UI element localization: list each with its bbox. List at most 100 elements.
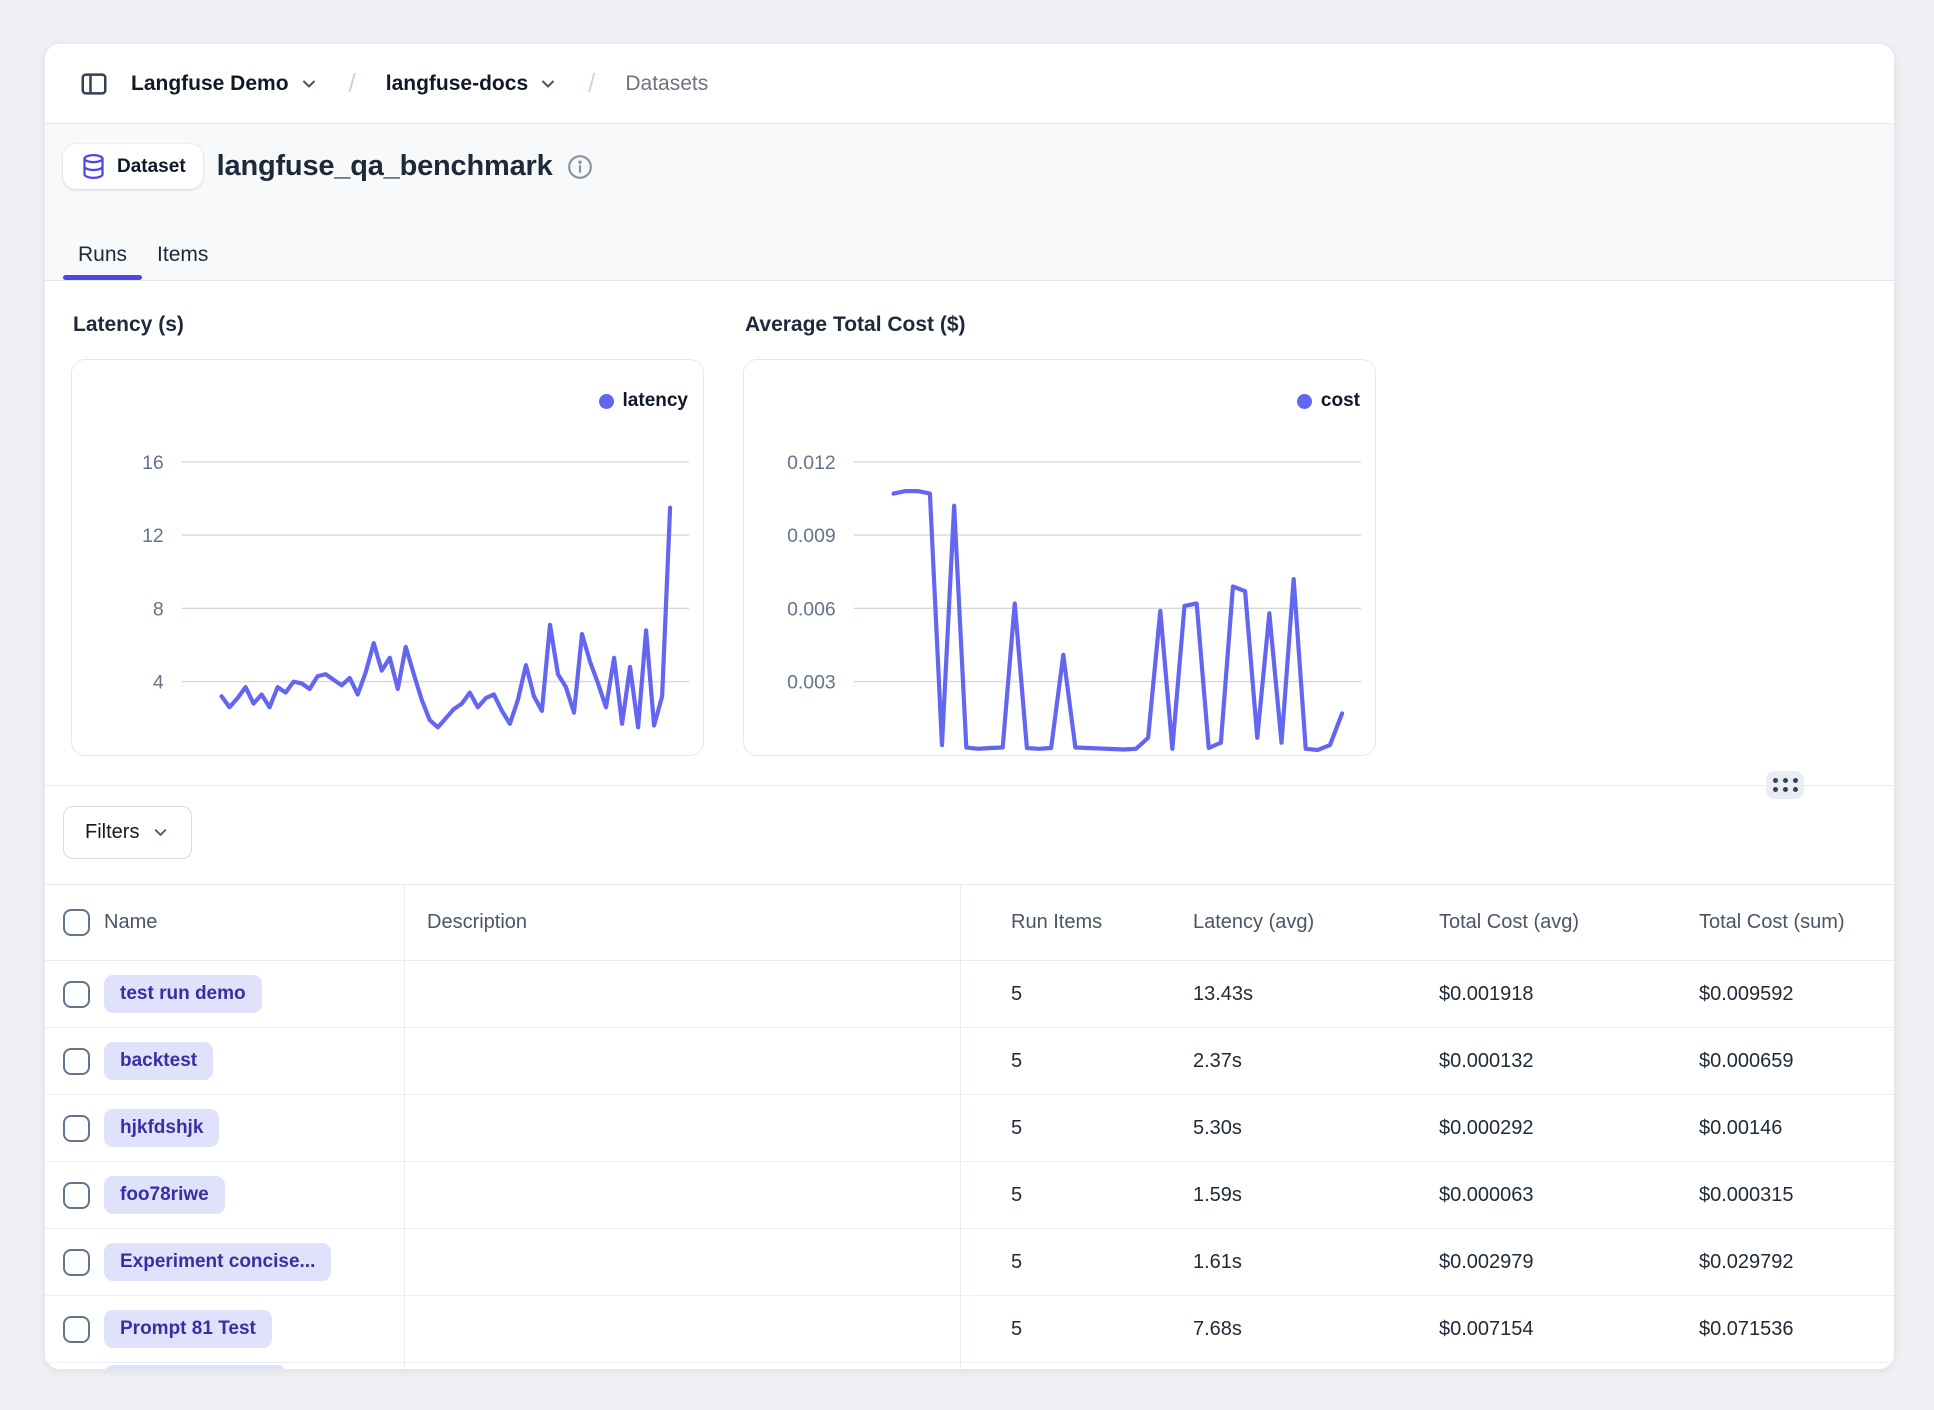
row-checkbox[interactable] xyxy=(63,1048,90,1075)
run-name-badge[interactable]: backtest xyxy=(104,1042,213,1080)
svg-text:0.012: 0.012 xyxy=(787,452,836,474)
run-name-badge[interactable]: test run demo xyxy=(104,975,262,1013)
run-name-badge[interactable]: Prompt 81 Test xyxy=(104,1310,272,1348)
page-title: langfuse_qa_benchmark xyxy=(217,150,553,183)
table-row[interactable]: test run demo 5 13.43s $0.001918 $0.0095… xyxy=(45,961,1894,1028)
run-name-badge[interactable]: foo78riwe xyxy=(104,1176,225,1214)
run-name-badge[interactable] xyxy=(104,1365,286,1370)
latency-chart-title: Latency (s) xyxy=(73,313,704,337)
table-row-partial[interactable] xyxy=(45,1363,1894,1370)
run-items-cell: 5 xyxy=(961,1251,1143,1274)
select-all-checkbox[interactable] xyxy=(63,909,90,936)
chevron-down-icon xyxy=(299,74,319,94)
latency-legend: latency xyxy=(599,390,688,412)
legend-label: cost xyxy=(1321,390,1360,412)
resize-handle-icon[interactable] xyxy=(1766,771,1804,799)
total-cost-avg-cell: $0.002979 xyxy=(1389,1251,1649,1274)
latency-chart: 161284 latency xyxy=(71,359,704,756)
tab-bar: Runs Items xyxy=(63,243,223,280)
latency-avg-cell: 7.68s xyxy=(1143,1318,1389,1341)
total-cost-avg-cell: $0.000132 xyxy=(1389,1050,1649,1073)
svg-text:0.009: 0.009 xyxy=(787,525,836,547)
main-panel: Langfuse Demo / langfuse-docs / Datasets… xyxy=(44,43,1895,1370)
latency-avg-cell: 1.61s xyxy=(1143,1251,1389,1274)
svg-text:4: 4 xyxy=(153,672,164,694)
breadcrumb-project[interactable]: langfuse-docs xyxy=(386,72,558,96)
total-cost-sum-cell: $0.029792 xyxy=(1649,1251,1894,1274)
total-cost-sum-cell: $0.000659 xyxy=(1649,1050,1894,1073)
description-cell xyxy=(405,1095,961,1161)
total-cost-avg-cell: $0.000292 xyxy=(1389,1117,1649,1140)
tab-runs[interactable]: Runs xyxy=(63,243,142,280)
run-items-cell: 5 xyxy=(961,983,1143,1006)
column-header-total-cost-avg: Total Cost (avg) xyxy=(1389,911,1649,934)
breadcrumb: Langfuse Demo / langfuse-docs / Datasets xyxy=(45,44,1894,124)
description-cell xyxy=(405,1296,961,1362)
column-header-description: Description xyxy=(405,885,961,960)
legend-dot-icon xyxy=(1297,394,1312,409)
svg-text:8: 8 xyxy=(153,598,164,620)
row-checkbox[interactable] xyxy=(63,1316,90,1343)
cost-chart-svg: 0.012 0.009 0.006 0.003 xyxy=(744,360,1375,755)
total-cost-avg-cell: $0.007154 xyxy=(1389,1318,1649,1341)
run-items-cell: 5 xyxy=(961,1184,1143,1207)
sidebar-toggle-icon[interactable] xyxy=(79,69,109,99)
column-header-latency-avg: Latency (avg) xyxy=(1143,911,1389,934)
info-icon[interactable] xyxy=(567,154,593,180)
cost-chart: 0.012 0.009 0.006 0.003 cost xyxy=(743,359,1376,756)
table-row[interactable]: Experiment concise... 5 1.61s $0.002979 … xyxy=(45,1229,1894,1296)
tab-items[interactable]: Items xyxy=(142,243,223,280)
chevron-down-icon xyxy=(538,74,558,94)
latency-chart-block: Latency (s) 161284 latency xyxy=(71,313,704,785)
row-checkbox[interactable] xyxy=(63,1249,90,1276)
latency-chart-svg: 161284 xyxy=(72,360,703,755)
latency-avg-cell: 2.37s xyxy=(1143,1050,1389,1073)
column-header-run-items: Run Items xyxy=(961,911,1143,934)
dataset-badge: Dataset xyxy=(63,144,203,189)
table-header: Name Description Run Items Latency (avg)… xyxy=(45,884,1894,961)
chevron-down-icon xyxy=(151,823,170,842)
description-cell xyxy=(405,1229,961,1295)
total-cost-sum-cell: $0.009592 xyxy=(1649,983,1894,1006)
total-cost-sum-cell: $0.00146 xyxy=(1649,1117,1894,1140)
run-name-badge[interactable]: Experiment concise... xyxy=(104,1243,331,1281)
run-name-badge[interactable]: hjkfdshjk xyxy=(104,1109,219,1147)
row-checkbox[interactable] xyxy=(63,981,90,1008)
svg-text:0.006: 0.006 xyxy=(787,598,836,620)
latency-avg-cell: 13.43s xyxy=(1143,983,1389,1006)
workspace-label: Langfuse Demo xyxy=(131,72,289,96)
row-checkbox[interactable] xyxy=(63,1182,90,1209)
column-header-name: Name xyxy=(104,911,157,934)
run-items-cell: 5 xyxy=(961,1050,1143,1073)
latency-avg-cell: 5.30s xyxy=(1143,1117,1389,1140)
breadcrumb-section[interactable]: Datasets xyxy=(625,72,708,96)
column-header-total-cost-sum: Total Cost (sum) xyxy=(1649,911,1894,934)
cost-legend: cost xyxy=(1297,390,1360,412)
project-label: langfuse-docs xyxy=(386,72,528,96)
legend-dot-icon xyxy=(599,394,614,409)
description-cell xyxy=(405,1028,961,1094)
svg-text:0.003: 0.003 xyxy=(787,672,836,694)
legend-label: latency xyxy=(623,390,688,412)
table-row[interactable]: foo78riwe 5 1.59s $0.000063 $0.000315 xyxy=(45,1162,1894,1229)
filters-button[interactable]: Filters xyxy=(63,806,192,859)
total-cost-avg-cell: $0.000063 xyxy=(1389,1184,1649,1207)
filters-button-label: Filters xyxy=(85,821,139,844)
database-icon xyxy=(80,153,107,180)
svg-text:12: 12 xyxy=(142,525,164,547)
table-row[interactable]: backtest 5 2.37s $0.000132 $0.000659 xyxy=(45,1028,1894,1095)
runs-table-body: test run demo 5 13.43s $0.001918 $0.0095… xyxy=(45,961,1894,1363)
dataset-badge-label: Dataset xyxy=(117,156,186,178)
total-cost-sum-cell: $0.071536 xyxy=(1649,1318,1894,1341)
table-row[interactable]: hjkfdshjk 5 5.30s $0.000292 $0.00146 xyxy=(45,1095,1894,1162)
row-checkbox[interactable] xyxy=(63,1115,90,1142)
cost-chart-block: Average Total Cost ($) 0.0120.0090.0060.… xyxy=(743,313,1376,785)
breadcrumb-separator: / xyxy=(580,68,603,99)
filters-row: Filters xyxy=(45,786,1894,884)
table-row[interactable]: Prompt 81 Test 5 7.68s $0.007154 $0.0715… xyxy=(45,1296,1894,1363)
total-cost-avg-cell: $0.001918 xyxy=(1389,983,1649,1006)
charts-section: Latency (s) 161284 latency Average Total… xyxy=(45,281,1894,786)
description-cell xyxy=(405,961,961,1027)
breadcrumb-separator: / xyxy=(341,68,364,99)
breadcrumb-workspace[interactable]: Langfuse Demo xyxy=(131,72,319,96)
